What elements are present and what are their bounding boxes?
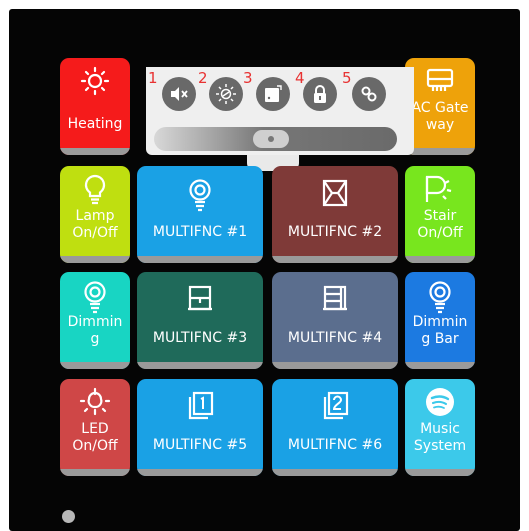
tile-footer [405, 469, 475, 476]
lock-icon [314, 85, 326, 103]
multifnc5-tile[interactable]: MULTIFNC #5 [137, 379, 263, 476]
bulb-outline-icon [405, 280, 475, 314]
sun-icon [60, 66, 130, 96]
heating-label: Heating [67, 116, 123, 132]
volume-slider[interactable] [154, 127, 397, 151]
multifnc3-tile[interactable]: MULTIFNC #3 [137, 272, 263, 369]
led-light-icon [60, 387, 130, 417]
dimming-bar-tile[interactable]: Dimmin g Bar [405, 272, 475, 369]
curtain-icon [272, 178, 398, 210]
tile-footer [405, 148, 475, 155]
lock-button[interactable] [303, 77, 337, 111]
brightness-button[interactable] [209, 77, 243, 111]
tile-footer [272, 469, 398, 476]
multifnc6-label: MULTIFNC #6 [287, 437, 383, 453]
stair-tile[interactable]: Stair On/Off [405, 166, 475, 263]
tile-footer [272, 256, 398, 263]
bulb-outline-icon [60, 280, 130, 314]
stair-label: Stair On/Off [417, 208, 463, 241]
dimming-tile[interactable]: Dimmin g [60, 272, 130, 369]
cabinet-icon [272, 284, 398, 316]
callout-number-5: 5 [342, 69, 352, 87]
tile-footer [137, 362, 263, 369]
slider-knob[interactable] [253, 130, 289, 148]
lamp-label: Lamp On/Off [72, 208, 118, 241]
lamp-tile[interactable]: Lamp On/Off [60, 166, 130, 263]
music-system-tile[interactable]: Music System [405, 379, 475, 476]
callout-number-1: 1 [148, 69, 158, 87]
brightness-icon [216, 84, 236, 104]
multifnc6-tile[interactable]: MULTIFNC #6 [272, 379, 398, 476]
tile-footer [137, 256, 263, 263]
multifnc3-label: MULTIFNC #3 [152, 330, 248, 346]
tile-footer [405, 256, 475, 263]
window-icon [137, 284, 263, 316]
mute-icon [171, 87, 188, 101]
quick-settings-panel: 1 2 3 4 5 6 [146, 67, 414, 171]
screen-settings-icon [265, 85, 282, 102]
multifnc2-tile[interactable]: MULTIFNC #2 [272, 166, 398, 263]
multifnc4-label: MULTIFNC #4 [287, 330, 383, 346]
tile-footer [272, 362, 398, 369]
link-icon [361, 86, 377, 102]
control-panel-screen: Heating AC Gate way 1 2 3 4 5 6 [9, 9, 520, 531]
dimming-bar-label: Dimmin g Bar [412, 314, 468, 347]
tile-footer [60, 148, 130, 155]
led-tile[interactable]: LED On/Off [60, 379, 130, 476]
led-label: LED On/Off [72, 421, 118, 454]
copy-2-icon [272, 391, 398, 423]
heating-tile[interactable]: Heating [60, 58, 130, 155]
copy-1-icon [137, 391, 263, 423]
home-indicator[interactable] [62, 510, 75, 523]
ac-gateway-tile[interactable]: AC Gate way [405, 58, 475, 155]
multifnc5-label: MULTIFNC #5 [152, 437, 248, 453]
callout-number-3: 3 [243, 69, 253, 87]
callout-number-4: 4 [295, 69, 305, 87]
music-system-label: Music System [413, 421, 467, 454]
tile-footer [137, 469, 263, 476]
mute-button[interactable] [162, 77, 196, 111]
multifnc1-tile[interactable]: MULTIFNC #1 [137, 166, 263, 263]
tile-footer [60, 362, 130, 369]
dimming-label: Dimmin g [67, 314, 123, 347]
bulb-icon [60, 174, 130, 205]
bulb-outline-icon [137, 178, 263, 212]
stair-light-icon [405, 174, 475, 204]
multifnc1-label: MULTIFNC #1 [152, 224, 248, 240]
tile-footer [60, 256, 130, 263]
callout-number-2: 2 [198, 69, 208, 87]
tile-footer [405, 362, 475, 369]
ac-gateway-label: AC Gate way [411, 100, 469, 133]
spotify-icon [405, 387, 475, 417]
link-button[interactable] [352, 77, 386, 111]
ac-unit-icon [405, 66, 475, 96]
multifnc2-label: MULTIFNC #2 [287, 224, 383, 240]
tile-footer [60, 469, 130, 476]
screen-settings-button[interactable] [256, 77, 290, 111]
multifnc4-tile[interactable]: MULTIFNC #4 [272, 272, 398, 369]
